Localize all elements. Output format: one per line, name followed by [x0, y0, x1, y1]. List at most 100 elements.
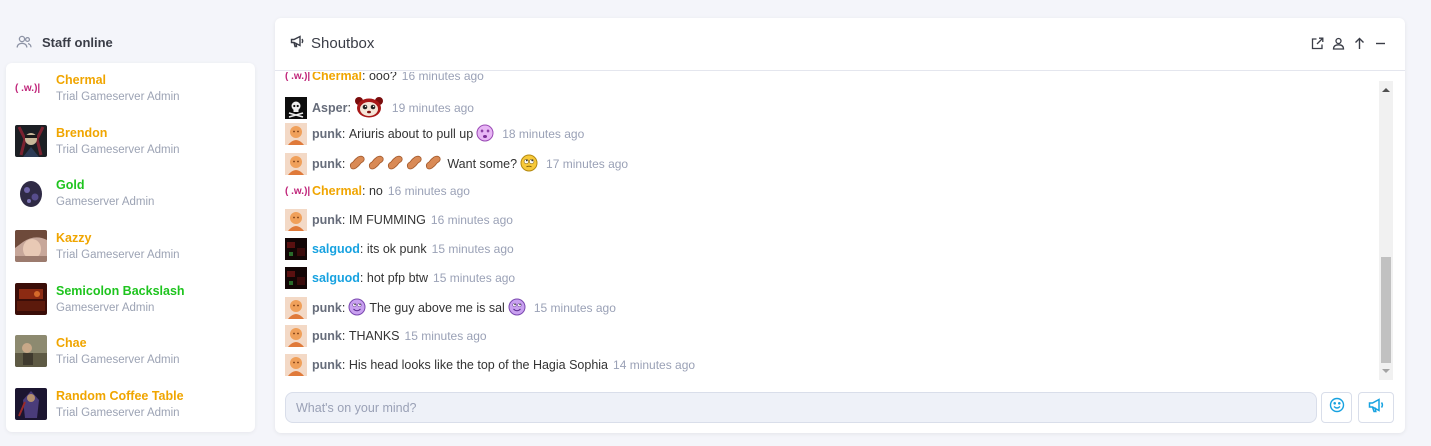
- minimize-icon[interactable]: [1374, 37, 1387, 50]
- message-row: punk : His head looks like the top of th…: [285, 353, 695, 377]
- messages-scrollbar[interactable]: [1379, 81, 1393, 380]
- message-time: 17 minutes ago: [546, 157, 629, 171]
- message-text: Ariuris about to pull up: [348, 127, 474, 141]
- message-time: 16 minutes ago: [401, 72, 484, 83]
- shoutbox-header: Shoutbox: [275, 18, 1405, 71]
- shoutbox-input-row: [285, 392, 1395, 423]
- message-row: ( .w.)| Chermal : no 16 minutes ago: [285, 184, 470, 198]
- message-row: Asper : 19 minutes ago: [285, 96, 474, 120]
- message-author[interactable]: punk: [312, 329, 342, 343]
- message-time: 15 minutes ago: [533, 301, 616, 315]
- staff-name[interactable]: Brendon: [56, 126, 180, 140]
- avatar: [285, 153, 307, 175]
- scroll-down-arrow-icon[interactable]: [1379, 364, 1393, 378]
- pink-dizzy-emoji: [476, 124, 494, 145]
- users-icon: [16, 35, 32, 49]
- avatar: [285, 354, 307, 376]
- scrollbar-thumb[interactable]: [1381, 257, 1391, 363]
- emoji-button[interactable]: [1321, 392, 1352, 423]
- staff-avatar: [15, 125, 47, 157]
- staff-list: ( .w.)| Chermal Trial Gameserver Admin B…: [6, 63, 255, 432]
- panda-emoji: [354, 96, 384, 121]
- user-icon[interactable]: [1332, 37, 1345, 50]
- avatar: [285, 267, 307, 289]
- message-row: punk : The guy above me is sal 15 minute…: [285, 296, 616, 320]
- shoutbox-title-group: Shoutbox: [290, 35, 374, 52]
- staff-avatar: [15, 177, 47, 209]
- message-author[interactable]: punk: [312, 157, 342, 171]
- staff-item-gold[interactable]: Gold Gameserver Admin: [6, 168, 255, 218]
- purple-smile-emoji: [508, 298, 526, 319]
- staff-item-kazzy[interactable]: Kazzy Trial Gameserver Admin: [6, 221, 255, 271]
- message-author[interactable]: punk: [312, 301, 342, 315]
- avatar: [285, 238, 307, 260]
- send-shout-button[interactable]: [1358, 392, 1394, 423]
- staff-online-title: Staff online: [42, 34, 113, 50]
- message-author[interactable]: Chermal: [312, 184, 362, 198]
- message-time: 14 minutes ago: [613, 358, 696, 372]
- purple-smile-emoji: [348, 298, 366, 319]
- arrow-up-icon[interactable]: [1353, 37, 1366, 50]
- staff-name[interactable]: Chermal: [56, 73, 180, 87]
- staff-role: Trial Gameserver Admin: [56, 354, 180, 366]
- message-text: its ok punk: [366, 242, 427, 256]
- staff-name[interactable]: Chae: [56, 336, 180, 350]
- staff-item-random-coffee-table[interactable]: Random Coffee Table Trial Gameserver Adm…: [6, 379, 255, 429]
- message-text: hot pfp btw: [366, 271, 429, 285]
- staff-role: Gameserver Admin: [56, 196, 155, 208]
- staff-item-chermal[interactable]: ( .w.)| Chermal Trial Gameserver Admin: [6, 63, 255, 113]
- message-time: 15 minutes ago: [433, 271, 516, 285]
- avatar: [285, 97, 307, 119]
- message-time: 18 minutes ago: [502, 127, 585, 141]
- staff-name[interactable]: Semicolon Backslash: [56, 284, 185, 298]
- message-author[interactable]: punk: [312, 213, 342, 227]
- shout-input[interactable]: [285, 392, 1317, 423]
- message-row: punk : THANKS 15 minutes ago: [285, 324, 487, 348]
- staff-name[interactable]: Random Coffee Table: [56, 389, 184, 403]
- scroll-up-arrow-icon[interactable]: [1379, 83, 1393, 97]
- message-author[interactable]: Asper: [312, 101, 347, 115]
- message-author[interactable]: punk: [312, 127, 342, 141]
- shoutbox-toolbar: [1311, 37, 1387, 50]
- message-author[interactable]: salguod: [312, 271, 360, 285]
- staff-name[interactable]: Kazzy: [56, 231, 180, 245]
- staff-name[interactable]: Gold: [56, 178, 154, 192]
- staff-avatar: [15, 388, 47, 420]
- message-time: 16 minutes ago: [387, 184, 470, 198]
- staff-role: Trial Gameserver Admin: [56, 407, 180, 419]
- message-author[interactable]: Chermal: [312, 72, 362, 83]
- message-text: The guy above me is sal: [369, 301, 505, 315]
- staff-role: Gameserver Admin: [56, 302, 155, 314]
- message-time: 19 minutes ago: [391, 101, 474, 115]
- message-row: ( .w.)| Chermal : ooo? 16 minutes ago: [285, 72, 484, 88]
- message-row: punk : IM FUMMING 16 minutes ago: [285, 208, 513, 232]
- message-text: IM FUMMING: [348, 213, 426, 227]
- avatar: [285, 297, 307, 319]
- message-author[interactable]: salguod: [312, 242, 360, 256]
- message-row: punk : Ariuris about to pull up 18 minut…: [285, 122, 584, 146]
- avatar: ( .w.)|: [285, 72, 311, 82]
- message-text: His head looks like the top of the Hagia…: [348, 358, 609, 372]
- peanuts-emoji: [348, 153, 444, 176]
- avatar: [285, 209, 307, 231]
- message-time: 15 minutes ago: [404, 329, 487, 343]
- eye-roll-emoji: [520, 154, 538, 175]
- message-row: salguod : its ok punk 15 minutes ago: [285, 237, 514, 261]
- message-author[interactable]: punk: [312, 358, 342, 372]
- staff-item-chae[interactable]: Chae Trial Gameserver Admin: [6, 326, 255, 376]
- message-row: salguod : hot pfp btw 15 minutes ago: [285, 266, 515, 290]
- popout-icon[interactable]: [1311, 37, 1324, 50]
- staff-avatar: [15, 230, 47, 262]
- staff-item-brendon[interactable]: Brendon Trial Gameserver Admin: [6, 116, 255, 166]
- megaphone-icon: [1368, 397, 1385, 418]
- message-text: THANKS: [348, 329, 400, 343]
- staff-avatar: [15, 283, 47, 315]
- staff-item-semicolon-backslash[interactable]: Semicolon Backslash Gameserver Admin: [6, 274, 255, 324]
- staff-role: Trial Gameserver Admin: [56, 144, 180, 156]
- avatar: [285, 123, 307, 145]
- message-text: no: [368, 184, 383, 198]
- message-text: ooo?: [368, 72, 397, 83]
- avatar: ( .w.)|: [285, 185, 311, 197]
- message-time: 16 minutes ago: [430, 213, 513, 227]
- avatar: [285, 325, 307, 347]
